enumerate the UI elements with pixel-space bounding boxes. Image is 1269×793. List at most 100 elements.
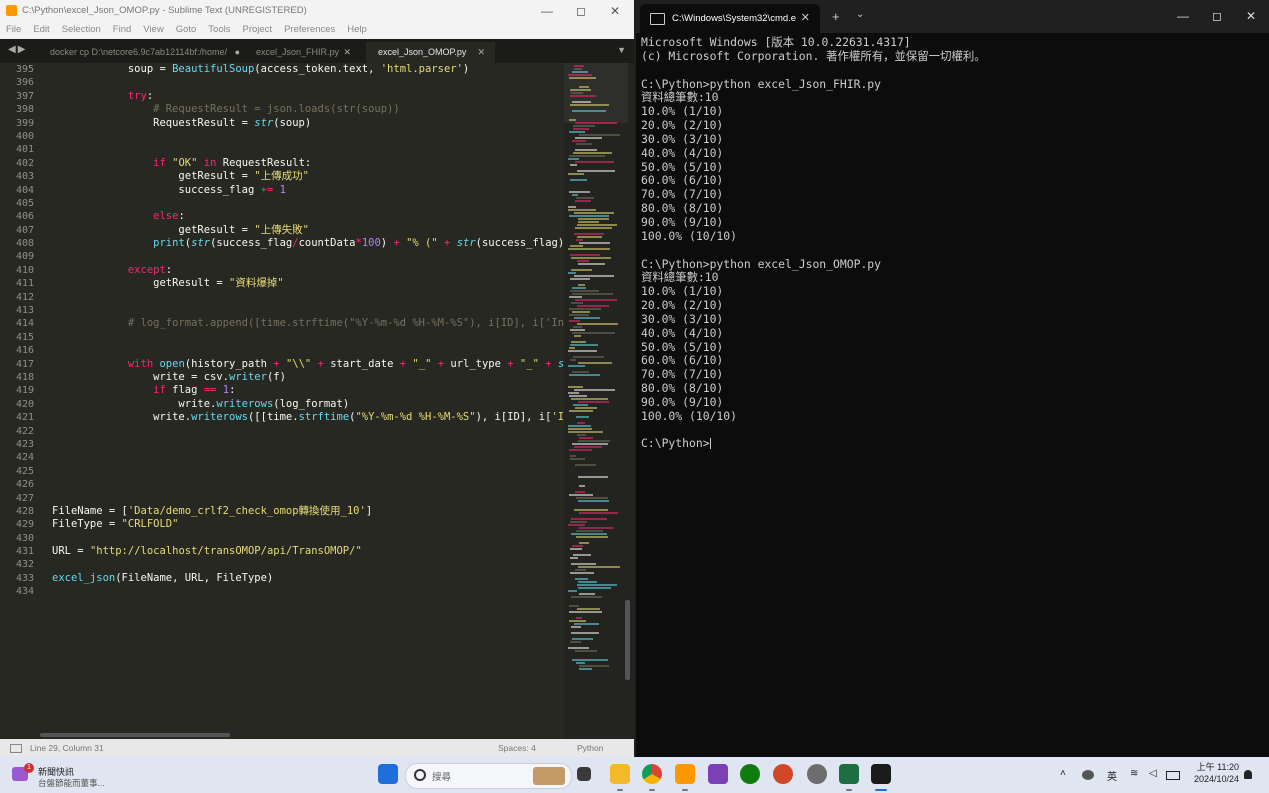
code-line[interactable]: else: (52, 210, 564, 223)
code-line[interactable]: excel_json(FileName, URL, FileType) (52, 572, 564, 585)
notification-bell-icon[interactable] (1244, 770, 1252, 779)
menu-tools[interactable]: Tools (208, 22, 230, 39)
menu-project[interactable]: Project (242, 22, 272, 39)
terminal-tab[interactable]: C:\Windows\System32\cmd.e ✕ (640, 4, 820, 33)
code-line[interactable] (52, 425, 564, 438)
menu-selection[interactable]: Selection (62, 22, 101, 39)
code-line[interactable]: soup = BeautifulSoup(access_token.text, … (52, 63, 564, 76)
wifi-icon[interactable]: ≋ (1130, 768, 1138, 779)
code-line[interactable]: print(str(success_flag/countData*100) + … (52, 237, 564, 250)
code-line[interactable]: except: (52, 264, 564, 277)
tab-close-icon[interactable]: ✕ (477, 42, 485, 63)
code-line[interactable]: with open(history_path + "\\" + start_da… (52, 358, 564, 371)
code-line[interactable]: getResult = "資料爆掉" (52, 277, 564, 290)
minimize-button[interactable]: — (1166, 5, 1200, 27)
menu-edit[interactable]: Edit (33, 22, 49, 39)
code-line[interactable] (52, 250, 564, 263)
minimap[interactable] (564, 63, 634, 739)
code-line[interactable]: FileType = "CRLFOLD" (52, 518, 564, 531)
windows-start-icon[interactable] (378, 764, 398, 784)
indentation-setting[interactable]: Spaces: 4 (498, 743, 536, 753)
code-line[interactable] (52, 438, 564, 451)
minimap-line (568, 173, 584, 175)
app-icon[interactable] (708, 764, 728, 784)
ime-indicator[interactable]: 英 (1107, 768, 1117, 783)
news-widget[interactable]: 1 新聞快訊 台盤節能而董事... (8, 763, 118, 789)
code-line[interactable]: write.writerows([[time.strftime("%Y-%m-%… (52, 411, 564, 424)
file-explorer-icon[interactable] (610, 764, 630, 784)
code-line[interactable]: getResult = "上傳失敗" (52, 224, 564, 237)
code-editor[interactable]: 395 396 397 398 399 400 401 402 403 404 405 406 407 4… (0, 63, 564, 739)
tab-close-icon[interactable]: ✕ (343, 42, 351, 63)
menu-goto[interactable]: Goto (176, 22, 197, 39)
panel-toggle-icon[interactable] (10, 744, 22, 753)
search-box[interactable]: 搜尋 (405, 763, 572, 789)
menu-find[interactable]: Find (113, 22, 131, 39)
tab-nav-arrows-icon[interactable]: ◀▶ (8, 44, 27, 55)
code-line[interactable] (52, 465, 564, 478)
code-line[interactable]: URL = "http://localhost/transOMOP/api/Tr… (52, 545, 564, 558)
close-button[interactable]: ✕ (1234, 5, 1268, 27)
settings-icon[interactable] (807, 764, 827, 784)
battery-icon[interactable] (1166, 771, 1180, 780)
menu-help[interactable]: Help (347, 22, 367, 39)
code-line[interactable] (52, 478, 564, 491)
tab-dropdown-icon[interactable]: ⌄ (856, 9, 864, 20)
code-line[interactable]: success_flag += 1 (52, 184, 564, 197)
maximize-button[interactable]: ◻ (564, 0, 598, 22)
menu-view[interactable]: View (143, 22, 163, 39)
code-line[interactable] (52, 492, 564, 505)
chrome-icon[interactable] (642, 764, 662, 784)
code-line[interactable] (52, 451, 564, 464)
onedrive-icon[interactable] (1082, 770, 1094, 780)
task-view-icon[interactable] (577, 767, 591, 781)
code-line[interactable]: if flag == 1: (52, 384, 564, 397)
tab-docker[interactable]: docker cp D:\netcore6.9c7ab12114bf:/home… (40, 42, 250, 63)
code-line[interactable]: FileName = ['Data/demo_crlf2_check_omop轉… (52, 505, 564, 518)
code-line[interactable] (52, 532, 564, 545)
menu-preferences[interactable]: Preferences (284, 22, 335, 39)
code-area[interactable]: soup = BeautifulSoup(access_token.text, … (52, 63, 564, 599)
code-line[interactable] (52, 558, 564, 571)
tab-dirty-icon[interactable]: ● (235, 42, 240, 63)
code-line[interactable] (52, 331, 564, 344)
tab-excel-json-omop[interactable]: excel_Json_OMOP.py ✕ (366, 42, 495, 63)
excel-icon[interactable] (839, 764, 859, 784)
code-line[interactable]: if "OK" in RequestResult: (52, 157, 564, 170)
menu-file[interactable]: File (6, 22, 21, 39)
code-line[interactable] (52, 130, 564, 143)
horizontal-scrollbar[interactable] (40, 733, 230, 737)
maximize-button[interactable]: ◻ (1200, 5, 1234, 27)
code-line[interactable]: RequestResult = str(soup) (52, 117, 564, 130)
clock[interactable]: 上午 11:20 2024/10/24 (1187, 761, 1239, 785)
code-line[interactable]: write.writerows(log_format) (52, 398, 564, 411)
minimap-line (573, 326, 582, 328)
sublime-text-icon[interactable] (675, 764, 695, 784)
code-line[interactable]: getResult = "上傳成功" (52, 170, 564, 183)
code-line[interactable] (52, 291, 564, 304)
vertical-scrollbar[interactable] (625, 600, 630, 680)
close-button[interactable]: ✕ (598, 0, 632, 22)
code-line[interactable] (52, 197, 564, 210)
close-tab-icon[interactable]: ✕ (801, 11, 810, 24)
code-line[interactable]: # RequestResult = json.loads(str(soup)) (52, 103, 564, 116)
new-tab-button[interactable]: + (832, 9, 840, 24)
code-line[interactable] (52, 143, 564, 156)
xbox-icon[interactable] (740, 764, 760, 784)
code-line[interactable] (52, 585, 564, 598)
code-line[interactable] (52, 304, 564, 317)
code-line[interactable] (52, 76, 564, 89)
show-hidden-icons-chevron-icon[interactable]: ˄ (1060, 768, 1066, 779)
powerpoint-icon[interactable] (773, 764, 793, 784)
syntax-setting[interactable]: Python (577, 743, 603, 753)
minimize-button[interactable]: — (530, 0, 564, 22)
terminal-output[interactable]: Microsoft Windows [版本 10.0.22631.4317] (c… (641, 35, 1261, 451)
tab-excel-json-fhir[interactable]: excel_Json_FHIR.py ✕ (250, 42, 361, 63)
terminal-icon[interactable] (871, 764, 891, 784)
tab-list-dropdown-icon[interactable]: ▼ (617, 45, 626, 55)
code-line[interactable] (52, 344, 564, 357)
code-line[interactable]: # log_format.append([time.strftime("%Y-%… (52, 317, 564, 330)
code-line[interactable]: try: (52, 90, 564, 103)
volume-icon[interactable]: ◁ (1149, 768, 1157, 779)
code-line[interactable]: write = csv.writer(f) (52, 371, 564, 384)
